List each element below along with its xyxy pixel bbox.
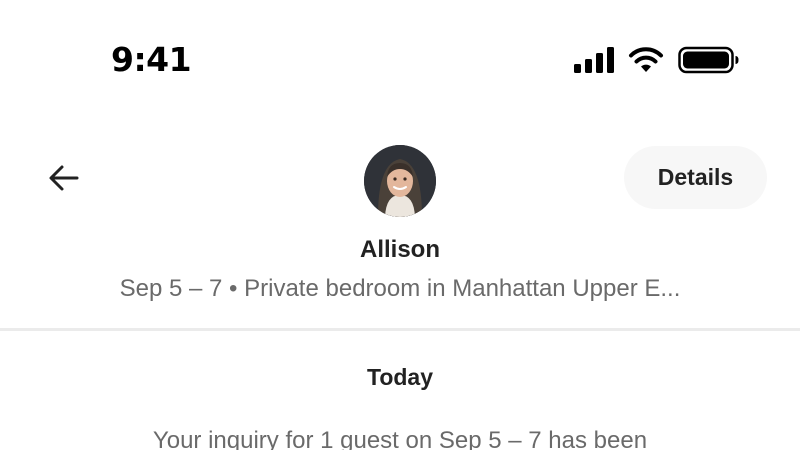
host-avatar[interactable] xyxy=(364,145,436,217)
system-message: Your inquiry for 1 guest on Sep 5 – 7 ha… xyxy=(152,427,648,450)
host-name: Allison xyxy=(359,236,440,263)
details-button[interactable]: Details xyxy=(624,146,767,209)
cellular-signal-icon xyxy=(574,47,614,73)
wifi-icon xyxy=(629,47,663,72)
avatar-photo xyxy=(364,145,436,217)
status-bar: 9:41 xyxy=(0,0,800,110)
message-thread-screen: 9:41 Details Allison Sep 5 – 7 • Private… xyxy=(0,0,800,450)
back-button[interactable] xyxy=(42,158,86,198)
status-time: 9:41 xyxy=(111,40,192,79)
date-separator: Today xyxy=(366,364,434,390)
header-divider xyxy=(0,328,800,331)
arrow-left-icon xyxy=(49,165,79,191)
trip-summary: Sep 5 – 7 • Private bedroom in Manhattan… xyxy=(119,275,681,302)
battery-icon xyxy=(678,46,739,74)
